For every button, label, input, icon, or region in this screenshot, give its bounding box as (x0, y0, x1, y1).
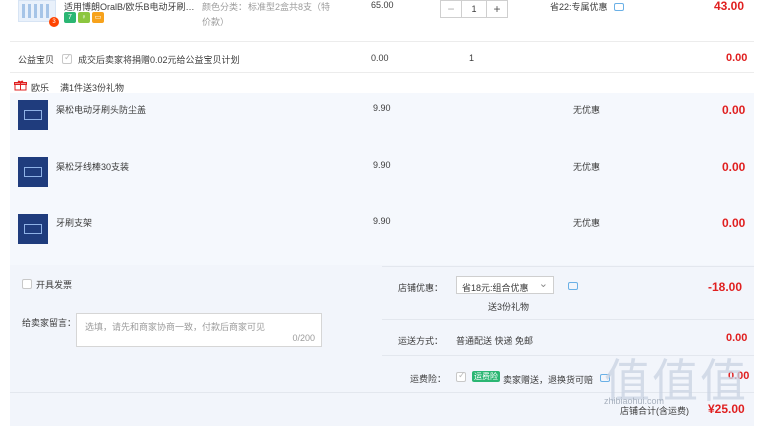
increase-button[interactable]: + (487, 1, 507, 17)
thumbnail-badge: 3 (49, 17, 59, 27)
message-textarea[interactable]: 选填，请先和商家协商一致，付款后商家可见 0/200 (76, 313, 322, 347)
shop-discount-select[interactable]: 省18元:组合优惠 ⌄ (456, 276, 554, 294)
gift-icon (14, 80, 27, 91)
quantity-input[interactable]: 1 (461, 1, 487, 17)
quantity-stepper[interactable]: − 1 + (440, 0, 508, 18)
gift-thumbnail[interactable] (18, 157, 48, 187)
service-icons: 7 ♀ ▭ (64, 12, 104, 23)
divider (382, 319, 754, 320)
gift-thumbnail[interactable] (18, 214, 48, 244)
divider (10, 41, 754, 42)
chat-icon[interactable] (568, 282, 578, 292)
charity-label: 公益宝贝 (18, 55, 55, 65)
shipping-label: 运送方式： (398, 336, 444, 346)
decrease-button[interactable]: − (441, 1, 461, 17)
insurance-badge: 运费险 (472, 371, 500, 382)
charity-subtotal: 0.00 (726, 52, 748, 64)
gift-name[interactable]: 牙刷支架 (56, 216, 92, 229)
thumbnail-pattern (22, 4, 52, 18)
sku-attr-value-line2: 价款） (202, 17, 230, 27)
item-subtotal: 43.00 (714, 0, 745, 13)
insurance-label: 运费险： (410, 374, 447, 384)
gift-subtotal: 0.00 (722, 103, 746, 117)
invoice-checkbox[interactable] (22, 278, 32, 289)
product-thumbnail[interactable]: 3 (18, 0, 59, 27)
charity-text: 成交后卖家将捐赠0.02元给公益宝贝计划 (78, 55, 240, 65)
gift-thumbnail[interactable] (18, 100, 48, 130)
message-counter: 0/200 (292, 333, 315, 343)
unit-price: 65.00 (371, 0, 394, 10)
insurance-text: 卖家赠送，退换货可赔 (503, 375, 594, 385)
shipping-text: 普通配送 快递 免邮 (456, 336, 534, 346)
gift-subtotal: 0.00 (722, 216, 746, 230)
chat-icon[interactable] (614, 3, 624, 13)
gift-discount: 无优惠 (573, 218, 601, 228)
divider (382, 266, 754, 267)
charity-price: 0.00 (371, 53, 389, 63)
card-icon: ▭ (92, 12, 104, 23)
shop-discount-label: 店铺优惠： (398, 283, 444, 293)
service-icon: ♀ (78, 12, 90, 23)
gift-subtotal: 0.00 (722, 160, 746, 174)
shop-discount-selected: 省18元:组合优惠 (462, 283, 529, 293)
message-placeholder: 选填，请先和商家协商一致，付款后商家可见 (85, 322, 266, 332)
gift-name[interactable]: 渠松电动牙刷头防尘盖 (56, 103, 146, 116)
gift-price: 9.90 (373, 103, 391, 113)
gift-discount: 无优惠 (573, 162, 601, 172)
invoice-label: 开具发票 (36, 280, 73, 290)
insurance-checkbox[interactable] (456, 370, 466, 382)
gift-note: 送3份礼物 (488, 302, 530, 312)
gift-price: 9.90 (373, 216, 391, 226)
sku-attr-label: 颜色分类： (202, 2, 248, 12)
chevron-down-icon: ⌄ (538, 278, 548, 290)
gift-list (10, 93, 754, 265)
saving-label: 省22:专属优惠 (550, 2, 608, 12)
watermark-url: zhibiaohui.com (604, 396, 665, 406)
shipping-amount: 0.00 (726, 332, 748, 344)
gift-discount: 无优惠 (573, 105, 601, 115)
message-label: 给卖家留言： (22, 318, 77, 328)
gift-name[interactable]: 渠松牙线棒30支装 (56, 160, 129, 173)
charity-checkbox[interactable] (62, 52, 72, 64)
charity-quantity: 1 (469, 53, 475, 63)
sku-attr-value-line1: 标准型2盒共8支（特 (248, 2, 331, 12)
shop-discount-amount: -18.00 (708, 280, 743, 294)
divider (10, 72, 754, 73)
gift-price: 9.90 (373, 160, 391, 170)
seven-day-return-icon: 7 (64, 12, 76, 23)
